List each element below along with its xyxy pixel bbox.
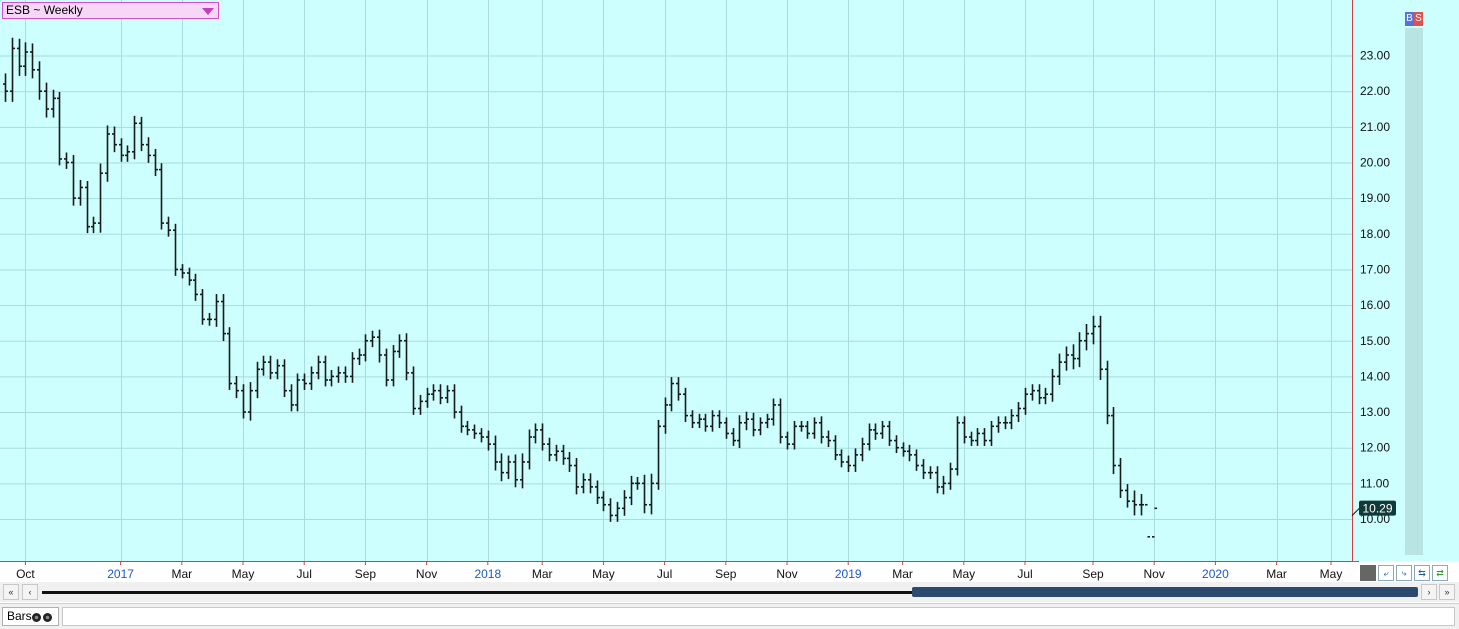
chevron-down-icon[interactable] — [202, 8, 214, 15]
x-tick-label: Sep — [715, 567, 737, 581]
y-tick-label: 19.00 — [1360, 191, 1390, 205]
price-chart[interactable]: 10.00 11.00 12.00 13.00 14.00 15.00 16.00 17.00… — [0, 0, 1459, 582]
plot-background — [0, 0, 1352, 561]
x-tick-label: 2018 — [474, 567, 501, 581]
x-tick-label: Nov — [416, 567, 437, 581]
status-bar: Bars — [0, 603, 1459, 629]
y-tick-label: 16.00 — [1360, 298, 1390, 312]
scroll-right-button[interactable]: › — [1421, 584, 1437, 600]
x-tick-label: Sep — [1082, 567, 1104, 581]
expand-icon[interactable]: ⇄ — [1432, 565, 1448, 581]
symbol-selector[interactable]: ESB ~ Weekly — [2, 2, 219, 19]
chart-mode-label: Bars — [7, 609, 32, 623]
y-tick-label: 18.00 — [1360, 227, 1390, 241]
x-tick-label: Mar — [892, 567, 913, 581]
x-tick-label: May — [232, 567, 255, 581]
x-tick-label: May — [952, 567, 975, 581]
chart-tool-buttons: ⤶ ⤷ ⇆ ⇄ — [1360, 563, 1459, 581]
compress-icon[interactable]: ⇆ — [1414, 565, 1430, 581]
x-tick-label: Mar — [532, 567, 553, 581]
time-scrollbar[interactable]: « ‹ › » — [0, 582, 1459, 602]
status-message — [62, 607, 1455, 626]
chart-mode-selector[interactable]: Bars — [2, 607, 59, 626]
last-price-label: 10.29 — [1362, 502, 1392, 516]
y-tick-label: 14.00 — [1360, 369, 1390, 383]
x-tick-label: May — [592, 567, 615, 581]
y-tick-label: 11.00 — [1360, 476, 1389, 490]
sell-button[interactable]: S — [1414, 12, 1423, 26]
y-tick-label: 13.00 — [1360, 405, 1390, 419]
zoom-range-icon[interactable] — [1360, 565, 1376, 581]
x-tick-label: Jul — [297, 567, 312, 581]
x-tick-label: Mar — [1266, 567, 1287, 581]
y-tick-label: 12.00 — [1360, 441, 1390, 455]
scroll-far-left-button[interactable]: « — [3, 584, 19, 600]
y-tick-label: 22.00 — [1360, 84, 1390, 98]
y-tick-label: 15.00 — [1360, 334, 1390, 348]
x-tick-label: Mar — [171, 567, 192, 581]
x-tick-label: Nov — [1144, 567, 1165, 581]
x-tick-label: May — [1320, 567, 1343, 581]
x-tick-label: 2020 — [1202, 567, 1229, 581]
x-tick-label: 2019 — [835, 567, 862, 581]
scrollbar-thumb[interactable] — [912, 587, 1418, 597]
x-tick-label: Sep — [355, 567, 377, 581]
scroll-far-right-button[interactable]: » — [1439, 584, 1455, 600]
toggle-icon[interactable] — [31, 611, 53, 622]
scroll-left-button[interactable]: ‹ — [22, 584, 38, 600]
x-tick-label: Jul — [1017, 567, 1032, 581]
step-back-icon[interactable]: ⤶ — [1378, 565, 1394, 581]
y-tick-label: 21.00 — [1360, 120, 1390, 134]
y-tick-label: 20.00 — [1360, 156, 1390, 170]
step-forward-icon[interactable]: ⤷ — [1396, 565, 1412, 581]
symbol-label: ESB ~ Weekly — [6, 3, 83, 17]
y-tick-label: 23.00 — [1360, 49, 1390, 63]
x-tick-label: Jul — [657, 567, 672, 581]
chart-svg: 10.0011.0012.0013.0014.0015.0016.0017.00… — [0, 0, 1459, 582]
x-tick-label: Oct — [16, 567, 35, 581]
x-tick-label: 2017 — [107, 567, 134, 581]
buy-button[interactable]: B — [1405, 12, 1414, 26]
x-tick-label: Nov — [776, 567, 797, 581]
y-tick-label: 17.00 — [1360, 262, 1390, 276]
volume-strip — [1405, 28, 1423, 555]
